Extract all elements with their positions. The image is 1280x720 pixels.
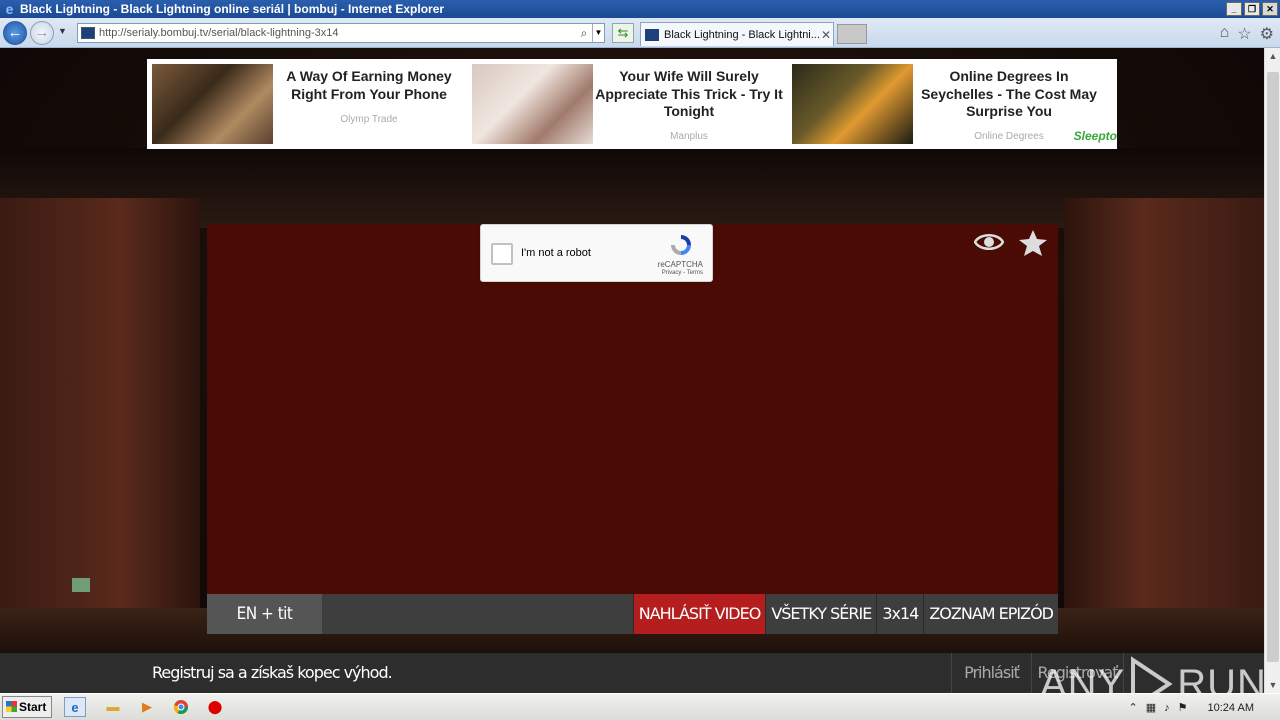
login-button[interactable]: Prihlásiť — [951, 653, 1031, 693]
forward-icon[interactable]: → — [30, 21, 54, 45]
restore-button[interactable]: ❐ — [1244, 2, 1260, 16]
page-content: A Way Of Earning Money Right From Your P… — [0, 48, 1264, 693]
start-button[interactable]: Start — [2, 696, 52, 718]
browser-navbar: ← → ▼ http://serialy.bombuj.tv/serial/bl… — [0, 18, 1280, 48]
star-icon[interactable] — [1018, 228, 1048, 258]
vertical-scrollbar[interactable]: ▲ ▼ — [1264, 48, 1280, 693]
ie-logo-icon: e — [5, 0, 14, 17]
language-selector[interactable]: EN + tit — [207, 594, 322, 634]
eye-icon[interactable] — [974, 230, 1004, 254]
recaptcha-widget: I'm not a robot reCAPTCHA Privacy - Term… — [480, 224, 713, 282]
tray-expand-icon[interactable]: ⌃ — [1129, 701, 1138, 714]
clock[interactable]: 10:24 AM — [1208, 702, 1254, 714]
ad-image[interactable] — [152, 64, 273, 144]
recaptcha-terms-link[interactable]: Privacy - Terms — [662, 270, 703, 276]
settings-icon[interactable]: ⚙ — [1260, 24, 1274, 44]
ad-image[interactable] — [792, 64, 913, 144]
address-bar[interactable]: http://serialy.bombuj.tv/serial/black-li… — [77, 23, 605, 43]
minimize-button[interactable]: _ — [1226, 2, 1242, 16]
episode-button[interactable]: 3x14 — [876, 594, 924, 634]
browser-tab[interactable]: Black Lightning - Black Lightni... ✕ — [640, 22, 834, 46]
scroll-thumb[interactable] — [1267, 72, 1279, 662]
theater-wall-right — [1064, 198, 1264, 658]
volume-icon[interactable]: ♪ — [1164, 702, 1170, 714]
network-icon[interactable]: ▦ — [1146, 701, 1156, 714]
taskbar-chrome-icon[interactable] — [170, 697, 192, 717]
exit-sign — [72, 578, 90, 592]
window-titlebar: e Black Lightning - Black Lightning onli… — [0, 0, 1280, 18]
ad-image[interactable] — [472, 64, 593, 144]
site-favicon-icon — [81, 27, 95, 39]
ad-source: Olymp Trade — [340, 114, 398, 125]
new-tab-button[interactable] — [837, 24, 867, 44]
recaptcha-brand: reCAPTCHA — [657, 260, 703, 269]
back-icon[interactable]: ← — [3, 21, 27, 45]
window-title: Black Lightning - Black Lightning online… — [20, 2, 445, 16]
action-center-flag-icon[interactable]: ⚑ — [1178, 701, 1188, 714]
history-dropdown-icon[interactable]: ▼ — [58, 26, 67, 36]
ad-title[interactable]: A Way Of Earning Money Right From Your P… — [274, 68, 464, 103]
scroll-up-icon[interactable]: ▲ — [1265, 48, 1280, 64]
windows-taskbar: Start e ▬ ▶ ⬤ ⌃ ▦ ♪ ⚑ 10:24 AM — [0, 693, 1280, 720]
anyrun-watermark: ANY RUN — [1040, 656, 1264, 693]
tab-title: Black Lightning - Black Lightni... — [664, 28, 819, 41]
all-series-button[interactable]: VŠETKY SÉRIE — [765, 594, 877, 634]
start-label: Start — [19, 700, 47, 714]
ad-item[interactable]: A Way Of Earning Money Right From Your P… — [152, 64, 472, 144]
recaptcha-checkbox[interactable] — [491, 243, 513, 265]
recaptcha-logo-icon — [671, 235, 691, 255]
search-icon[interactable]: ⌕ — [576, 26, 592, 41]
taskbar-stop-icon[interactable]: ⬤ — [204, 697, 226, 717]
taskbar-explorer-icon[interactable]: ▬ — [102, 697, 124, 717]
player-control-bar: EN + tit NAHLÁSIŤ VIDEO VŠETKY SÉRIE 3x1… — [207, 594, 1058, 634]
video-player[interactable]: I'm not a robot reCAPTCHA Privacy - Term… — [207, 224, 1058, 594]
tab-favicon-icon — [645, 28, 659, 41]
register-promo-text: Registruj sa a získaš kopec výhod. — [152, 663, 393, 682]
taskbar-ie-icon[interactable]: e — [64, 697, 86, 717]
ad-title[interactable]: Your Wife Will Surely Appreciate This Tr… — [594, 68, 784, 121]
watermark-text-right: RUN — [1177, 661, 1264, 694]
recaptcha-label: I'm not a robot — [521, 247, 591, 259]
scroll-down-icon[interactable]: ▼ — [1265, 677, 1280, 693]
url-text[interactable]: http://serialy.bombuj.tv/serial/black-li… — [99, 27, 576, 39]
ad-item[interactable]: Your Wife Will Surely Appreciate This Tr… — [472, 64, 792, 144]
sponsor-logo[interactable]: Sleepto — [1074, 129, 1117, 143]
taskbar-media-player-icon[interactable]: ▶ — [136, 697, 158, 717]
home-icon[interactable]: ⌂ — [1220, 24, 1230, 44]
ad-source: Manplus — [670, 131, 708, 142]
ad-title[interactable]: Online Degrees In Seychelles - The Cost … — [914, 68, 1104, 121]
report-video-button[interactable]: NAHLÁSIŤ VIDEO — [632, 594, 766, 634]
windows-flag-icon — [6, 701, 17, 712]
favorites-icon[interactable]: ☆ — [1237, 24, 1251, 44]
ad-strip: A Way Of Earning Money Right From Your P… — [147, 59, 1117, 149]
refresh-icon[interactable]: ⇆ — [612, 23, 634, 43]
theater-wall-left — [0, 198, 200, 658]
episode-list-button[interactable]: ZOZNAM EPIZÓD — [923, 594, 1058, 634]
address-dropdown-icon[interactable]: ▼ — [592, 24, 604, 42]
play-logo-icon — [1131, 656, 1173, 693]
system-tray: ⌃ ▦ ♪ ⚑ 10:24 AM — [1129, 694, 1280, 720]
watermark-text-left: ANY — [1040, 661, 1126, 694]
tab-close-icon[interactable]: ✕ — [819, 28, 833, 42]
ad-item[interactable]: Online Degrees In Seychelles - The Cost … — [792, 64, 1112, 144]
close-button[interactable]: ✕ — [1262, 2, 1278, 16]
